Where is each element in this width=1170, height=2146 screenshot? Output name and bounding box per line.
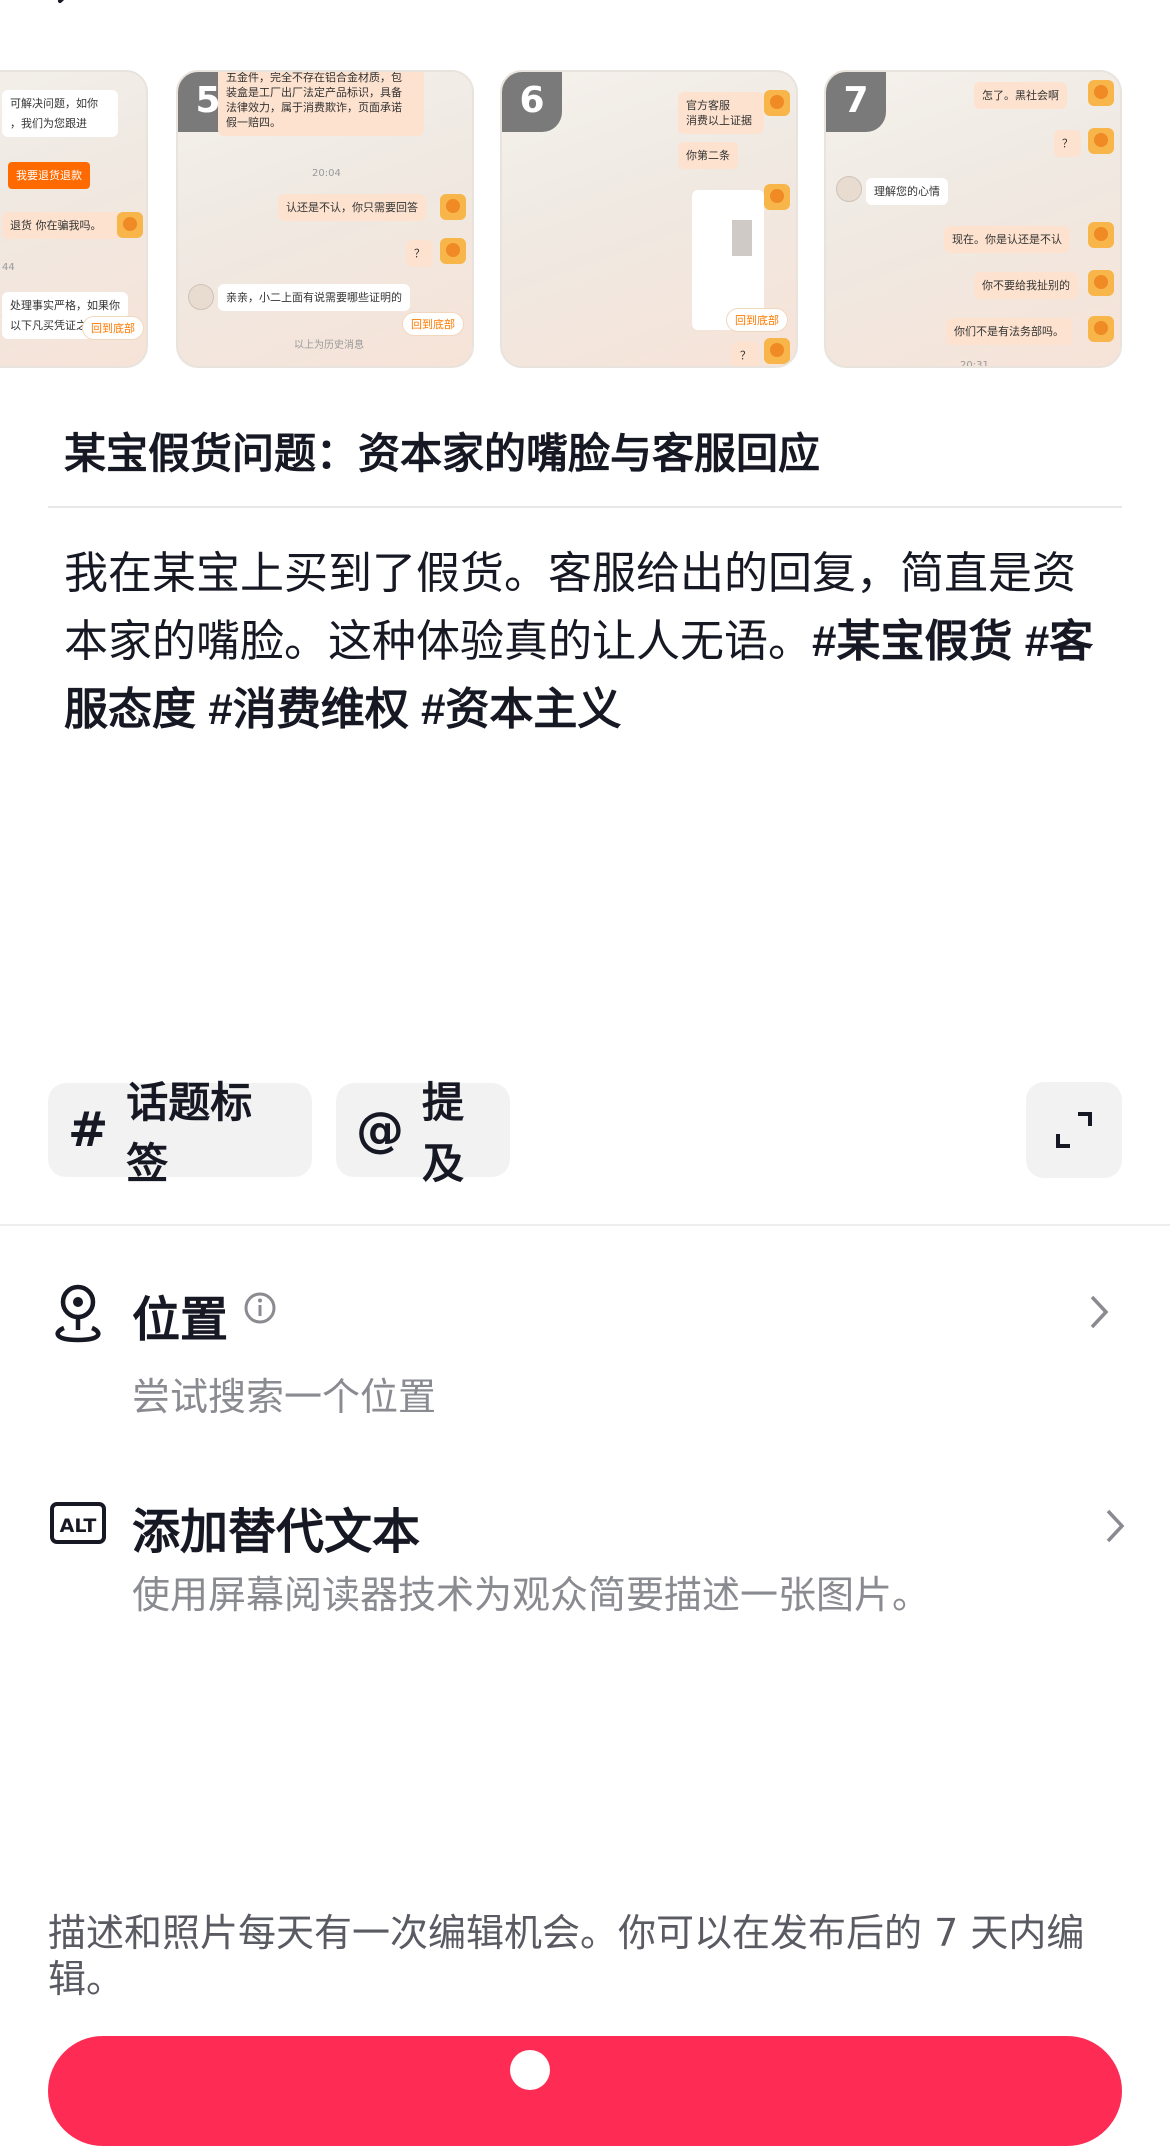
avatar	[1088, 270, 1114, 296]
post-button-icon	[510, 2050, 550, 2090]
chat-bubble: 退货 你在骗我吗。	[2, 212, 122, 239]
alt-text-description: 使用屏幕阅读器技术为观众简要描述一张图片。	[132, 1573, 931, 1617]
alt-text-label: 添加替代文本	[132, 1504, 421, 1560]
history-label: 以上为历史消息	[294, 340, 364, 351]
post-title-input[interactable]: 某宝假货问题：资本家的嘴脸与客服回应	[64, 420, 820, 481]
avatar	[1088, 222, 1114, 248]
chat-bubble: 怎了。黑社会啊	[974, 82, 1067, 109]
mention-button[interactable]: @ 提及	[336, 1078, 510, 1188]
timestamp: 20:04	[312, 168, 341, 179]
location-pin-icon	[55, 1284, 101, 1343]
hashtag-button[interactable]: # 话题标签	[48, 1078, 312, 1188]
post-button[interactable]	[48, 2036, 1122, 2146]
hashtag-button-label: 话题标签	[126, 1078, 253, 1188]
mention-button-label: 提及	[422, 1078, 465, 1188]
avatar	[440, 238, 466, 264]
at-icon: @	[356, 1102, 404, 1158]
back-to-bottom-label: 回到底部	[726, 308, 788, 332]
avatar	[188, 284, 214, 310]
chat-bubble: 官方客服 消费以上证据	[678, 92, 764, 134]
avatar	[764, 90, 790, 116]
avatar	[1088, 316, 1114, 342]
chat-bubble: 理解您的心情	[866, 178, 948, 205]
avatar	[764, 338, 790, 364]
back-to-bottom-label: 回到底部	[82, 316, 144, 340]
chat-bubble: ？	[406, 240, 433, 267]
hashtag[interactable]: #消费维权	[208, 685, 408, 734]
avatar	[117, 212, 143, 238]
location-label: 位置	[132, 1292, 229, 1348]
chat-bubble: ？	[1054, 130, 1081, 157]
divider	[48, 506, 1122, 508]
chat-bubble: 你们不是有法务部吗。	[946, 318, 1072, 345]
location-placeholder: 尝试搜索一个位置	[132, 1375, 437, 1419]
hashtag[interactable]: #资本主义	[421, 685, 621, 734]
back-to-bottom-label: 回到底部	[402, 312, 464, 336]
image-thumbnail[interactable]: 5 五金件，完全不存在铝合金材质，包 装盒是工厂出厂法定产品标识，具备 法律效力…	[176, 70, 474, 368]
avatar	[764, 184, 790, 210]
chevron-right-icon	[1106, 1509, 1125, 1543]
timestamp: 44	[2, 262, 15, 273]
chat-bubble: 亲亲，小二上面有说需要哪些证明的	[218, 284, 410, 311]
chat-bubble: 现在。你是认还是不认	[944, 226, 1070, 253]
avatar	[1088, 128, 1114, 154]
chat-bubble: ，我们为您跟进	[2, 110, 118, 137]
chat-bubble: 五金件，完全不存在铝合金材质，包 装盒是工厂出厂法定产品标识，具备 法律效力，属…	[218, 72, 424, 136]
image-thumbnail[interactable]: 7 怎了。黑社会啊 ？ 理解您的心情 现在。你是认还是不认 你不要给我扯别的 你…	[824, 70, 1122, 368]
avatar	[440, 194, 466, 220]
chat-bubble: 你不要给我扯别的	[974, 272, 1078, 299]
info-icon[interactable]	[242, 1290, 278, 1326]
top-bar	[0, 0, 1170, 20]
divider	[0, 1224, 1170, 1226]
hashtag[interactable]: #某宝假货	[812, 617, 1012, 666]
chat-bubble: 你第二条	[678, 142, 738, 169]
alt-text-icon: ALT	[50, 1502, 106, 1544]
thumbnail-number: 6	[502, 72, 562, 132]
chat-bubble: 认还是不认，你只需要回答	[278, 194, 426, 221]
edit-notice: 描述和照片每天有一次编辑机会。你可以在发布后的 7 天内编辑。	[48, 1911, 1085, 2001]
refund-button-in-screenshot: 我要退货退款	[8, 162, 90, 189]
svg-text:ALT: ALT	[60, 1515, 97, 1537]
timestamp: 20:31	[960, 360, 989, 368]
image-thumbnail[interactable]: 6 官方客服 消费以上证据 你第二条 回到底部 ？	[500, 70, 798, 368]
image-thumbnail-strip[interactable]: 可解决问题，如你 ，我们为您跟进 我要退货退款 退货 你在骗我吗。 44 处理事…	[0, 70, 1170, 370]
chevron-right-icon	[1090, 1295, 1109, 1329]
avatar	[1088, 80, 1114, 106]
hash-icon: #	[68, 1102, 109, 1158]
expand-editor-button[interactable]	[1026, 1082, 1122, 1178]
expand-icon	[1056, 1112, 1092, 1148]
chat-bubble: ？	[732, 342, 759, 366]
thumbnail-number: 7	[826, 72, 886, 132]
post-description-input[interactable]: 我在某宝上买到了假货。客服给出的回复，简直是资本家的嘴脸。这种体验真的让人无语。…	[64, 540, 1104, 744]
avatar	[836, 176, 862, 202]
image-thumbnail[interactable]: 可解决问题，如你 ，我们为您跟进 我要退货退款 退货 你在骗我吗。 44 处理事…	[0, 70, 148, 368]
back-arrow-icon[interactable]	[52, 0, 82, 16]
